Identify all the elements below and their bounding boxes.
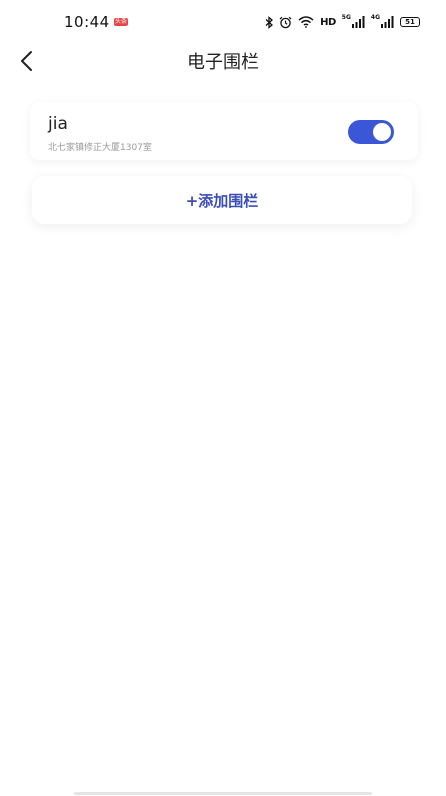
bluetooth-icon [265,13,274,31]
page-title: 电子围栏 [187,52,259,73]
alarm-icon [279,13,292,31]
signal-4g-icon: 4G [371,13,394,31]
fence-list-item[interactable]: jia 北七家镇修正大厦1307室 [30,102,418,160]
fence-enable-toggle[interactable] [348,120,394,144]
home-indicator [74,792,372,795]
wifi-icon [298,13,314,31]
toggle-knob [373,123,391,141]
app-notification-badge: 头条 [114,18,128,26]
status-icons: HD 5G 4G 51 [265,13,420,31]
hd-icon: HD [320,16,336,28]
status-time: 10:44 [64,13,110,31]
signal-4g-label: 4G [370,14,380,21]
battery-icon: 51 [400,13,420,31]
battery-level: 51 [400,17,420,27]
nav-bar: 电子围栏 [0,44,446,76]
fence-name: jia [48,114,68,134]
signal-5g-label: 5G [341,14,351,21]
add-fence-button[interactable]: +添加围栏 [32,176,412,224]
add-fence-label: +添加围栏 [185,191,259,210]
fence-address: 北七家镇修正大厦1307室 [48,143,152,153]
signal-5g-icon: 5G [342,13,365,31]
status-bar: 10:44 头条 HD 5G 4G 51 [0,0,446,44]
